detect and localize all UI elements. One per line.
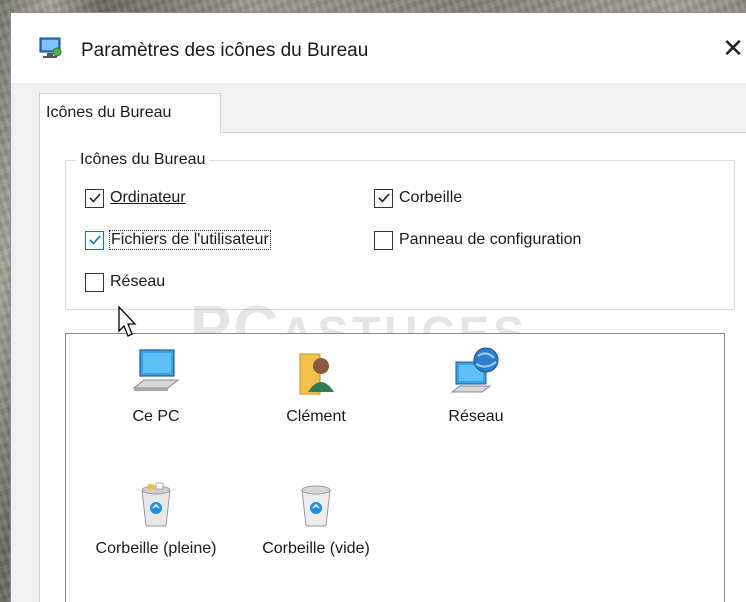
checkbox-control-panel[interactable]: Panneau de configuration: [374, 229, 581, 251]
checkbox-label: Corbeille: [399, 189, 463, 206]
checkmark-icon: [88, 235, 101, 245]
checkmark-icon: [88, 193, 101, 203]
icon-label: Réseau: [448, 408, 504, 425]
recycle-bin-full-icon: [141, 482, 171, 527]
display-settings-icon: [39, 37, 62, 58]
checkbox-network[interactable]: Réseau: [85, 271, 165, 293]
desktop-icon-settings-dialog: Paramètres des icônes du Bureau ✕ Icônes…: [10, 12, 746, 602]
tab-panel: Icônes du Bureau Ordinateur Corbeille Fi…: [39, 132, 746, 602]
icon-label: Corbeille (vide): [262, 540, 370, 557]
network-icon: [450, 347, 499, 393]
recycle-bin-empty-icon: [301, 485, 331, 527]
checkbox-box[interactable]: [85, 230, 104, 250]
icon-item-recycle-bin-full[interactable]: Corbeille (pleine): [76, 476, 236, 558]
mouse-pointer-icon: [118, 305, 137, 337]
dialog-content: Icônes du Bureau Icônes du Bureau Ordina…: [11, 83, 746, 602]
group-legend: Icônes du Bureau: [76, 151, 210, 169]
checkbox-box[interactable]: [374, 188, 393, 208]
icon-preview-list[interactable]: Ce PC Clément Réseau Corbeille (pleine) …: [65, 333, 725, 602]
icon-item-recycle-bin-empty[interactable]: Corbeille (vide): [236, 476, 396, 558]
computer-icon: [132, 349, 180, 391]
checkbox-user-files[interactable]: Fichiers de l'utilisateur: [85, 229, 271, 251]
checkbox-box[interactable]: [85, 272, 104, 292]
checkbox-computer[interactable]: Ordinateur: [85, 187, 186, 209]
checkbox-label: Réseau: [110, 273, 166, 290]
checkbox-label: Fichiers de l'utilisateur: [109, 230, 271, 250]
icon-label: Clément: [286, 408, 346, 425]
tab-desktop-icons[interactable]: Icônes du Bureau: [39, 93, 221, 133]
icon-item-this-pc[interactable]: Ce PC: [76, 344, 236, 426]
checkbox-box[interactable]: [85, 188, 104, 208]
checkmark-icon: [377, 193, 390, 203]
checkbox-recycle-bin[interactable]: Corbeille: [374, 187, 462, 209]
window-title: Paramètres des icônes du Bureau: [81, 40, 369, 61]
close-button[interactable]: ✕: [716, 31, 746, 65]
icon-item-user-folder[interactable]: Clément: [236, 344, 396, 426]
icon-item-network[interactable]: Réseau: [396, 344, 556, 426]
desktop-icons-groupbox: Icônes du Bureau Ordinateur Corbeille Fi…: [65, 151, 735, 310]
checkbox-label: Panneau de configuration: [399, 231, 582, 248]
user-folder-icon: [299, 353, 334, 395]
checkbox-box[interactable]: [374, 230, 393, 250]
checkbox-label: Ordinateur: [110, 189, 186, 206]
title-bar[interactable]: Paramètres des icônes du Bureau ✕: [11, 13, 746, 83]
icon-label: Corbeille (pleine): [95, 540, 217, 557]
icon-label: Ce PC: [132, 408, 180, 425]
